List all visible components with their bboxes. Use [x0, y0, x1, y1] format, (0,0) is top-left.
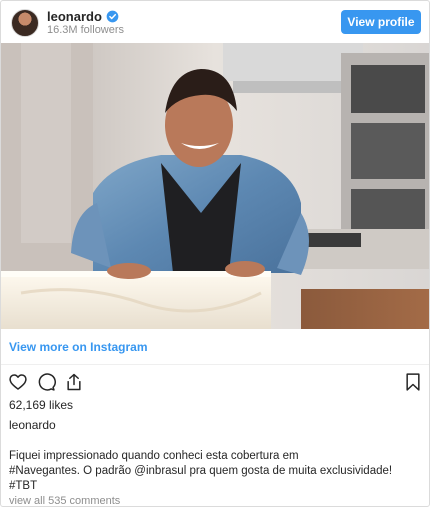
post-photo-image	[1, 43, 429, 329]
likes-count: 62,169 likes	[9, 398, 74, 412]
share-icon[interactable]	[64, 372, 84, 392]
view-profile-button[interactable]: View profile	[341, 10, 421, 34]
caption-username[interactable]: leonardo	[9, 418, 56, 432]
bookmark-icon[interactable]	[403, 372, 423, 392]
followers-count: 16.3M followers	[47, 24, 125, 36]
post-photo[interactable]	[1, 43, 429, 329]
comment-icon[interactable]	[36, 372, 56, 392]
instagram-embed-card: leonardo 16.3M followers View profile Vi…	[0, 0, 430, 507]
view-more-link[interactable]: View more on Instagram	[9, 340, 148, 354]
username-row: leonardo	[47, 9, 119, 24]
divider	[1, 364, 429, 365]
caption-line: #TBT	[9, 480, 38, 492]
username[interactable]: leonardo	[47, 9, 102, 24]
post-caption: Fiquei impressionado quando conheci esta…	[9, 449, 419, 494]
heart-icon[interactable]	[8, 372, 28, 392]
caption-line: Fiquei impressionado quando conheci esta…	[9, 450, 299, 462]
avatar[interactable]	[11, 9, 39, 37]
caption-line: #Navegantes. O padrão @inbrasul pra quem…	[9, 465, 393, 477]
verified-badge-icon	[106, 10, 119, 23]
post-header: leonardo 16.3M followers View profile	[1, 1, 429, 43]
view-all-comments-link[interactable]: view all 535 comments	[9, 495, 120, 506]
